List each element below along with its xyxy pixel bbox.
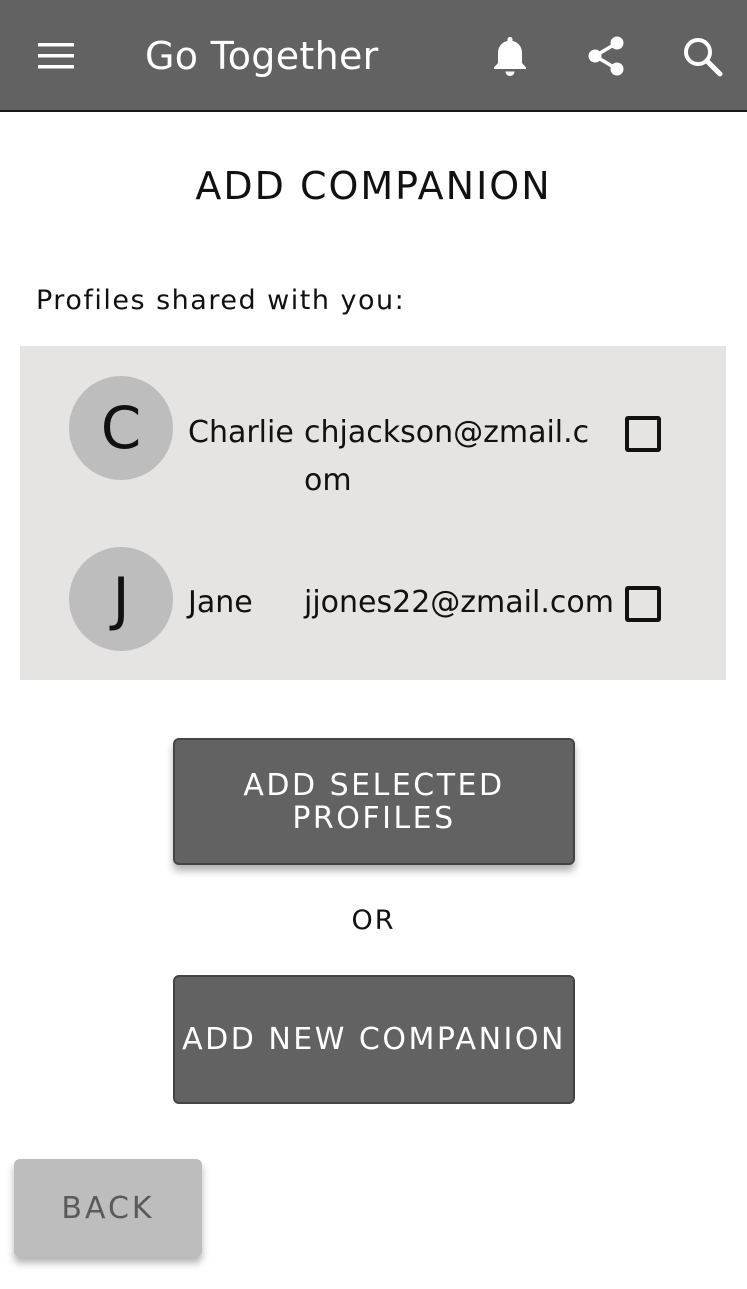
shared-profiles-panel: C Charlie chjackson@zmail.com J Jane jjo…	[20, 346, 726, 680]
back-button[interactable]: BACK	[14, 1159, 202, 1257]
share-icon[interactable]	[580, 30, 632, 82]
add-new-companion-button[interactable]: ADD NEW COMPANION	[173, 975, 575, 1104]
shared-profiles-label: Profiles shared with you:	[36, 285, 406, 316]
page-title: ADD COMPANION	[195, 164, 552, 208]
or-divider-label: OR	[351, 905, 396, 936]
add-selected-profiles-button[interactable]: ADD SELECTED PROFILES	[173, 738, 575, 865]
select-profile-checkbox[interactable]	[625, 586, 661, 622]
profile-name: Charlie	[188, 415, 294, 450]
avatar: C	[69, 376, 173, 480]
select-profile-checkbox[interactable]	[625, 416, 661, 452]
app-title: Go Together	[145, 34, 379, 78]
bell-icon[interactable]	[484, 30, 536, 82]
profile-row-jane: J Jane jjones22@zmail.com	[20, 516, 726, 680]
app-bar: Go Together	[0, 0, 747, 112]
profile-name: Jane	[188, 585, 253, 620]
profile-email: jjones22@zmail.com	[304, 585, 614, 620]
profile-email: chjackson@zmail.com	[304, 415, 590, 498]
avatar: J	[69, 547, 173, 651]
menu-icon[interactable]	[30, 30, 82, 82]
search-icon[interactable]	[676, 30, 728, 82]
profile-row-charlie: C Charlie chjackson@zmail.com	[20, 346, 726, 516]
